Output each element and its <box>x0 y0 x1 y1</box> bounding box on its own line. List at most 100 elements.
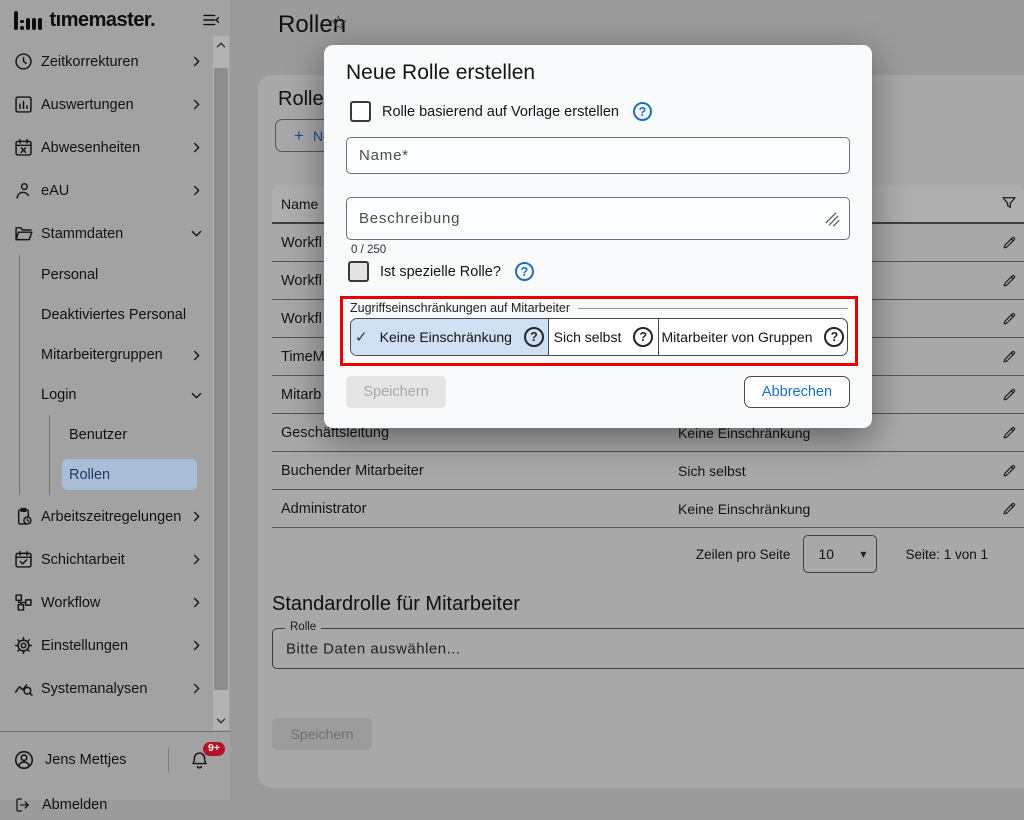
clock-icon <box>13 51 34 72</box>
check-icon: ✓ <box>355 328 368 346</box>
edit-pencil-icon[interactable] <box>1001 272 1018 289</box>
special-role-checkbox-row: Ist spezielle Rolle? ? <box>348 261 534 282</box>
person-icon <box>13 180 34 201</box>
dialog-save-button[interactable]: Speichern <box>346 376 446 408</box>
column-header-name: Name <box>281 196 318 212</box>
bar-chart-icon <box>13 94 34 115</box>
user-menu[interactable]: Jens Mettjes 9+ <box>0 742 230 778</box>
role-name-input[interactable] <box>346 137 850 174</box>
dialog-cancel-button[interactable]: Abbrechen <box>744 376 850 408</box>
restrictions-label: Zugriffseinschränkungen auf Mitarbeiter <box>350 301 848 315</box>
scrollbar-thumb[interactable] <box>214 68 228 690</box>
chevron-right-icon <box>189 595 204 610</box>
edit-pencil-icon[interactable] <box>1001 500 1018 517</box>
template-checkbox-row: Rolle basierend auf Vorlage erstellen ? <box>350 101 652 122</box>
sidebar-scrollbar[interactable] <box>213 36 229 730</box>
sidebar-item-login[interactable]: Login <box>0 375 230 415</box>
sidebar-item-mitarbeitergruppen[interactable]: Mitarbeitergruppen <box>0 335 230 375</box>
sidebar-item-stammdaten[interactable]: Stammdaten <box>0 212 230 255</box>
help-icon[interactable]: ? <box>633 327 653 347</box>
edit-pencil-icon[interactable] <box>1001 424 1018 441</box>
edit-pencil-icon[interactable] <box>1001 462 1018 479</box>
standard-role-select-placeholder: Bitte Daten auswählen... <box>286 640 461 657</box>
sidebar-item-deaktiviertes-personal[interactable]: Deaktiviertes Personal <box>0 295 230 335</box>
workflow-icon <box>13 592 34 613</box>
favorite-star-icon[interactable]: ☆ <box>329 13 348 34</box>
edit-pencil-icon[interactable] <box>1001 386 1018 403</box>
notifications-button[interactable]: 9+ <box>189 750 210 771</box>
sidebar-item-systemanalysen[interactable]: Systemanalysen <box>0 667 230 710</box>
chevron-down-icon <box>189 388 204 403</box>
role-description-field <box>346 197 850 240</box>
restriction-option-sich-selbst[interactable]: Sich selbst ? <box>548 319 658 355</box>
chevron-right-icon <box>189 552 204 567</box>
edit-pencil-icon[interactable] <box>1001 234 1018 251</box>
calendar-check-icon <box>13 549 34 570</box>
sidebar-item-abwesenheiten[interactable]: Abwesenheiten <box>0 126 230 169</box>
clipboard-clock-icon <box>13 506 34 527</box>
user-circle-icon <box>13 749 35 771</box>
sidebar-item-personal[interactable]: Personal <box>0 255 230 295</box>
chevron-down-icon <box>189 226 204 241</box>
role-description-input[interactable] <box>347 198 831 239</box>
standard-role-title: Standardrolle für Mitarbeiter <box>272 593 520 616</box>
sidebar-item-zeitkorrekturen[interactable]: Zeitkorrekturen <box>0 40 230 83</box>
help-icon[interactable]: ? <box>515 262 534 281</box>
chevron-right-icon <box>189 509 204 524</box>
new-role-dialog: Neue Rolle erstellen Rolle basierend auf… <box>324 45 872 428</box>
rows-per-page-select[interactable]: 10 ▾ <box>803 535 877 573</box>
special-role-checkbox[interactable] <box>348 261 369 282</box>
sidebar-nav: Zeitkorrekturen Auswertungen Abwesenheit… <box>0 40 230 732</box>
sidebar-collapse-icon[interactable] <box>201 10 221 30</box>
standard-role-save-button[interactable]: Speichern <box>272 718 372 750</box>
help-icon[interactable]: ? <box>824 327 844 347</box>
caret-down-icon: ▾ <box>860 547 866 561</box>
restriction-button-group: ✓ Keine Einschränkung ? Sich selbst ? Mi… <box>350 318 848 356</box>
restrictions-highlight-box: Zugriffseinschränkungen auf Mitarbeiter … <box>340 296 858 366</box>
template-checkbox[interactable] <box>350 101 371 122</box>
chevron-right-icon <box>189 183 204 198</box>
dialog-title: Neue Rolle erstellen <box>346 61 535 85</box>
pagination: Zeilen pro Seite 10 ▾ Seite: 1 von 1 <box>696 523 988 585</box>
logo: tımemaster. <box>0 0 230 40</box>
char-counter: 0 / 250 <box>351 244 386 256</box>
chevron-right-icon <box>189 681 204 696</box>
chevron-right-icon <box>189 97 204 112</box>
help-icon[interactable]: ? <box>524 327 544 347</box>
resize-handle-icon[interactable] <box>825 212 840 227</box>
chevron-right-icon <box>189 54 204 69</box>
edit-pencil-icon[interactable] <box>1001 310 1018 327</box>
sidebar-item-arbeitszeitregelungen[interactable]: Arbeitszeitregelungen <box>0 495 230 538</box>
sidebar-item-rollen[interactable]: Rollen <box>0 455 230 495</box>
scroll-down-icon[interactable] <box>215 715 227 727</box>
scroll-up-icon[interactable] <box>215 39 227 51</box>
help-icon[interactable]: ? <box>633 102 652 121</box>
sidebar-item-auswertungen[interactable]: Auswertungen <box>0 83 230 126</box>
filter-icon[interactable] <box>1000 194 1018 212</box>
sidebar: tımemaster. Zeitkorrekturen Auswertungen… <box>0 0 230 800</box>
edit-pencil-icon[interactable] <box>1001 348 1018 365</box>
folder-open-icon <box>13 223 34 244</box>
sidebar-item-schichtarbeit[interactable]: Schichtarbeit <box>0 538 230 581</box>
restriction-option-mitarbeiter-von-gruppen[interactable]: Mitarbeiter von Gruppen ? <box>658 319 847 355</box>
sidebar-footer-divider <box>0 731 230 732</box>
notification-badge: 9+ <box>203 742 225 757</box>
sidebar-item-eau[interactable]: eAU <box>0 169 230 212</box>
user-divider <box>168 748 169 772</box>
user-name: Jens Mettjes <box>45 752 126 768</box>
rows-per-page-label: Zeilen pro Seite <box>696 547 791 562</box>
table-row[interactable]: Buchender Mitarbeiter Sich selbst <box>272 452 1024 490</box>
logo-wordmark: tımemaster. <box>50 9 156 32</box>
sidebar-item-einstellungen[interactable]: Einstellungen <box>0 624 230 667</box>
analytics-icon <box>13 678 34 699</box>
gear-icon <box>13 635 34 656</box>
restriction-option-keine-einschraenkung[interactable]: ✓ Keine Einschränkung ? <box>351 319 548 355</box>
sidebar-item-benutzer[interactable]: Benutzer <box>0 415 230 455</box>
sidebar-item-abmelden[interactable]: Abmelden <box>0 790 230 820</box>
logout-icon <box>14 796 32 814</box>
sidebar-item-workflow[interactable]: Workflow <box>0 581 230 624</box>
chevron-right-icon <box>189 638 204 653</box>
standard-role-select-label: Rolle <box>285 621 321 633</box>
plus-icon: + <box>294 127 304 144</box>
standard-role-select[interactable]: Rolle Bitte Daten auswählen... <box>272 628 1024 669</box>
